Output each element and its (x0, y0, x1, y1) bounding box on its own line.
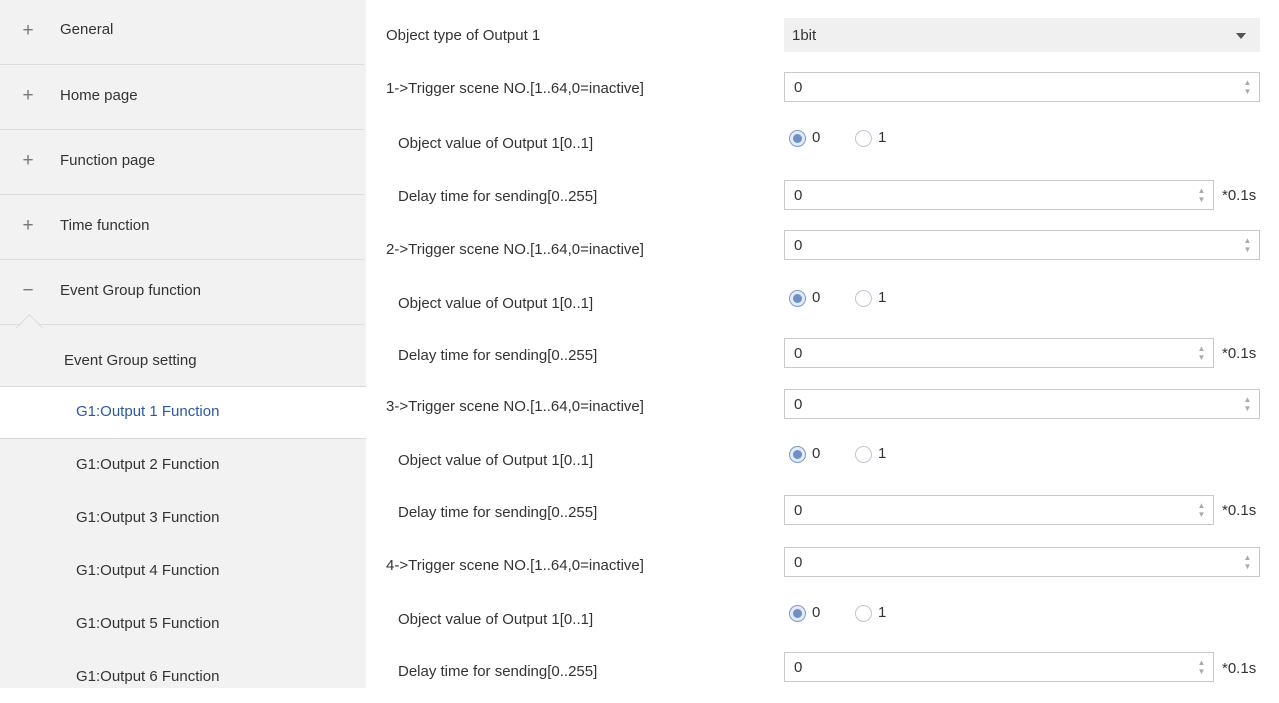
plus-icon: + (22, 85, 34, 106)
object-type-label: Object type of Output 1 (386, 27, 541, 44)
delay-time-input[interactable]: 0 ▲ ▼ (784, 180, 1214, 210)
delay-time-input[interactable]: 0 ▲ ▼ (784, 338, 1214, 368)
object-value-label: Object value of Output 1[0..1] (398, 295, 594, 312)
sidebar-item-output-1[interactable]: G1:Output 1 Function (0, 386, 366, 439)
delay-time-input[interactable]: 0 ▲ ▼ (784, 495, 1214, 525)
object-type-select[interactable]: 1bit (784, 18, 1260, 52)
stepper-arrows-icon[interactable]: ▲ ▼ (1243, 78, 1252, 96)
sidebar-item-label: G1:Output 5 Function (76, 615, 220, 632)
radio-option-label: 1 (878, 604, 887, 621)
delay-time-label: Delay time for sending[0..255] (398, 504, 598, 521)
trigger-scene-input[interactable]: 0 ▲ ▼ (784, 547, 1260, 577)
sidebar-item-output-3[interactable]: G1:Output 3 Function (0, 493, 364, 544)
trigger-scene-input[interactable]: 0 ▲ ▼ (784, 389, 1260, 419)
trigger-scene-value: 0 (794, 396, 803, 413)
radio-option-label: 1 (878, 445, 887, 462)
delay-time-value: 0 (794, 659, 803, 676)
radio-option-label: 1 (878, 129, 887, 146)
trigger-scene-input[interactable]: 0 ▲ ▼ (784, 230, 1260, 260)
radio-option-0[interactable] (789, 290, 806, 307)
radio-option-0[interactable] (789, 446, 806, 463)
sidebar-group-label: Function page (60, 152, 156, 169)
radio-option-1[interactable] (855, 446, 872, 463)
trigger-scene-value: 0 (794, 237, 803, 254)
trigger-scene-input[interactable]: 0 ▲ ▼ (784, 72, 1260, 102)
stepper-arrows-icon[interactable]: ▲ ▼ (1197, 344, 1206, 362)
sidebar-group-label: General (60, 21, 114, 38)
stepper-arrows-icon[interactable]: ▲ ▼ (1243, 395, 1252, 413)
object-type-value: 1bit (792, 27, 817, 44)
sidebar-item-output-2[interactable]: G1:Output 2 Function (0, 440, 364, 491)
chevron-down-icon (1236, 33, 1246, 39)
radio-option-label: 0 (812, 289, 821, 306)
sidebar-group-label: Event Group function (60, 282, 201, 299)
sidebar-group-label: Home page (60, 87, 138, 104)
trigger-scene-label: 1->Trigger scene NO.[1..64,0=inactive] (386, 80, 644, 97)
trigger-scene-label: 4->Trigger scene NO.[1..64,0=inactive] (386, 557, 644, 574)
stepper-arrows-icon[interactable]: ▲ ▼ (1243, 553, 1252, 571)
sidebar-group-general[interactable]: + General (0, 0, 364, 65)
stepper-arrows-icon[interactable]: ▲ ▼ (1197, 501, 1206, 519)
trigger-scene-value: 0 (794, 554, 803, 571)
sidebar-group-home-page[interactable]: + Home page (0, 65, 364, 130)
trigger-scene-value: 0 (794, 79, 803, 96)
sidebar-item-label: G1:Output 3 Function (76, 509, 220, 526)
delay-unit-label: *0.1s (1222, 345, 1257, 362)
sidebar-item-output-4[interactable]: G1:Output 4 Function (0, 546, 364, 597)
sidebar-item-output-5[interactable]: G1:Output 5 Function (0, 599, 364, 650)
delay-unit-label: *0.1s (1222, 502, 1257, 519)
delay-time-value: 0 (794, 502, 803, 519)
sidebar-item-label: G1:Output 2 Function (76, 456, 220, 473)
delay-time-label: Delay time for sending[0..255] (398, 188, 598, 205)
plus-icon: + (22, 150, 34, 171)
stepper-arrows-icon[interactable]: ▲ ▼ (1243, 236, 1252, 254)
trigger-scene-label: 2->Trigger scene NO.[1..64,0=inactive] (386, 241, 644, 258)
sidebar-item-event-group-setting[interactable]: Event Group setting (0, 336, 364, 387)
radio-option-1[interactable] (855, 290, 872, 307)
sidebar-group-time-function[interactable]: + Time function (0, 195, 364, 260)
delay-time-label: Delay time for sending[0..255] (398, 347, 598, 364)
stepper-arrows-icon[interactable]: ▲ ▼ (1197, 658, 1206, 676)
sidebar-item-label: G1:Output 4 Function (76, 562, 220, 579)
delay-time-label: Delay time for sending[0..255] (398, 663, 598, 680)
plus-icon: + (22, 20, 34, 41)
radio-option-label: 0 (812, 604, 821, 621)
sidebar-item-label: G1:Output 1 Function (76, 403, 220, 420)
sidebar-item-label: Event Group setting (64, 352, 197, 369)
plus-icon: + (22, 215, 34, 236)
radio-option-label: 0 (812, 445, 821, 462)
object-value-label: Object value of Output 1[0..1] (398, 611, 594, 628)
delay-unit-label: *0.1s (1222, 660, 1257, 677)
radio-option-label: 1 (878, 289, 887, 306)
delay-unit-label: *0.1s (1222, 187, 1257, 204)
stepper-arrows-icon[interactable]: ▲ ▼ (1197, 186, 1206, 204)
radio-option-1[interactable] (855, 130, 872, 147)
sidebar: + General + Home page + Function page + … (0, 0, 366, 688)
minus-icon: − (22, 280, 34, 301)
trigger-scene-label: 3->Trigger scene NO.[1..64,0=inactive] (386, 398, 644, 415)
radio-option-label: 0 (812, 129, 821, 146)
object-value-label: Object value of Output 1[0..1] (398, 452, 594, 469)
radio-option-0[interactable] (789, 605, 806, 622)
radio-option-0[interactable] (789, 130, 806, 147)
sidebar-group-event-group-function[interactable]: − Event Group function (0, 260, 364, 325)
delay-time-input[interactable]: 0 ▲ ▼ (784, 652, 1214, 682)
sidebar-group-label: Time function (60, 217, 150, 234)
object-value-label: Object value of Output 1[0..1] (398, 135, 594, 152)
delay-time-value: 0 (794, 187, 803, 204)
radio-option-1[interactable] (855, 605, 872, 622)
sidebar-item-output-6[interactable]: G1:Output 6 Function (0, 652, 364, 703)
sidebar-item-label: G1:Output 6 Function (76, 668, 220, 685)
sidebar-group-function-page[interactable]: + Function page (0, 130, 364, 195)
delay-time-value: 0 (794, 345, 803, 362)
